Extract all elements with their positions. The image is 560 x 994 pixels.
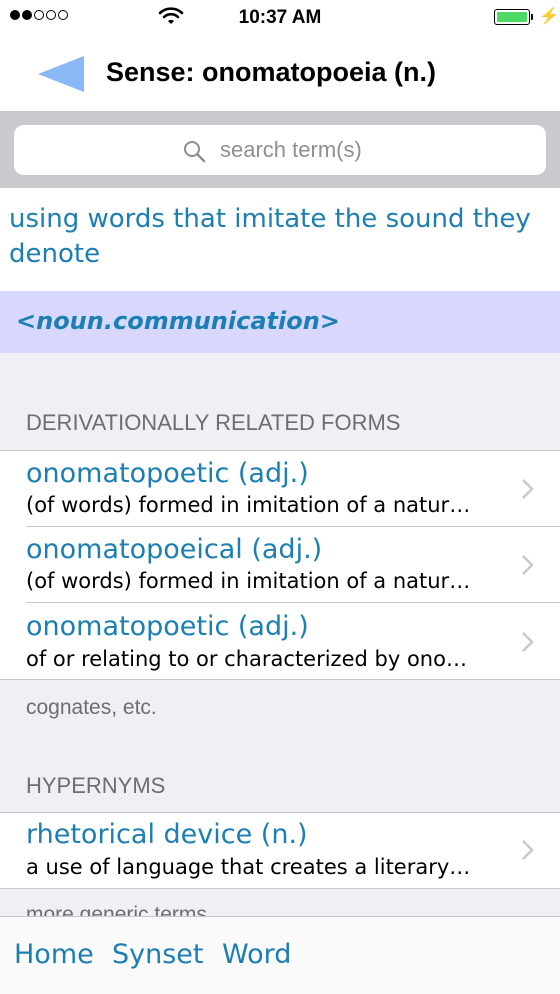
list-item[interactable]: onomatopoeical (adj.) (of words) formed … [0,527,560,603]
row-gloss: of or relating to or characterized by on… [26,647,467,671]
chevron-right-icon [522,632,534,652]
back-triangle-icon[interactable] [38,56,84,92]
tab-word[interactable]: Word [222,939,291,970]
chevron-right-icon [522,555,534,575]
tab-home[interactable]: Home [14,939,94,970]
row-gloss: (of words) formed in imitation of a natu… [26,493,471,517]
status-time: 10:37 AM [238,7,322,28]
page-title: Sense: onomatopoeia (n.) [106,57,437,87]
status-bar: 10:37 AM ⚡ [0,0,560,36]
search-field[interactable] [14,125,546,175]
search-input[interactable] [220,133,520,167]
row-gloss: (of words) formed in imitation of a natu… [26,569,471,593]
chevron-right-icon [522,479,534,499]
search-icon [184,141,206,163]
list-item[interactable]: rhetorical device (n.) a use of language… [0,813,560,889]
list-item[interactable]: onomatopoetic (adj.) of or relating to o… [0,603,560,680]
row-term: onomatopoetic (adj.) [26,611,309,642]
row-term: onomatopoetic (adj.) [26,458,309,489]
list-item[interactable]: onomatopoetic (adj.) (of words) formed i… [0,451,560,527]
section-header-derivational: DERIVATIONALLY RELATED FORMS [26,410,401,435]
navigation-bar: Sense: onomatopoeia (n.) [0,36,560,112]
row-term: rhetorical device (n.) [26,819,308,850]
row-gloss: a use of language that creates a literar… [26,855,471,879]
battery-nub [531,14,533,20]
lexname-bar: <noun.communication> [0,291,560,353]
tab-bar: Home Synset Word [0,916,560,994]
charging-bolt-icon: ⚡ [539,8,559,25]
definition-text: using words that imitate the sound they … [9,204,531,269]
row-term: onomatopoeical (adj.) [26,534,323,565]
chevron-right-icon [522,840,534,860]
lexname-label: <noun.communication> [16,307,340,335]
section-header-hypernyms: HYPERNYMS [26,773,166,798]
battery-icon [494,9,530,25]
tab-synset[interactable]: Synset [112,939,204,970]
search-bar [0,112,560,188]
section-footer-derivational: cognates, etc. [26,696,157,719]
